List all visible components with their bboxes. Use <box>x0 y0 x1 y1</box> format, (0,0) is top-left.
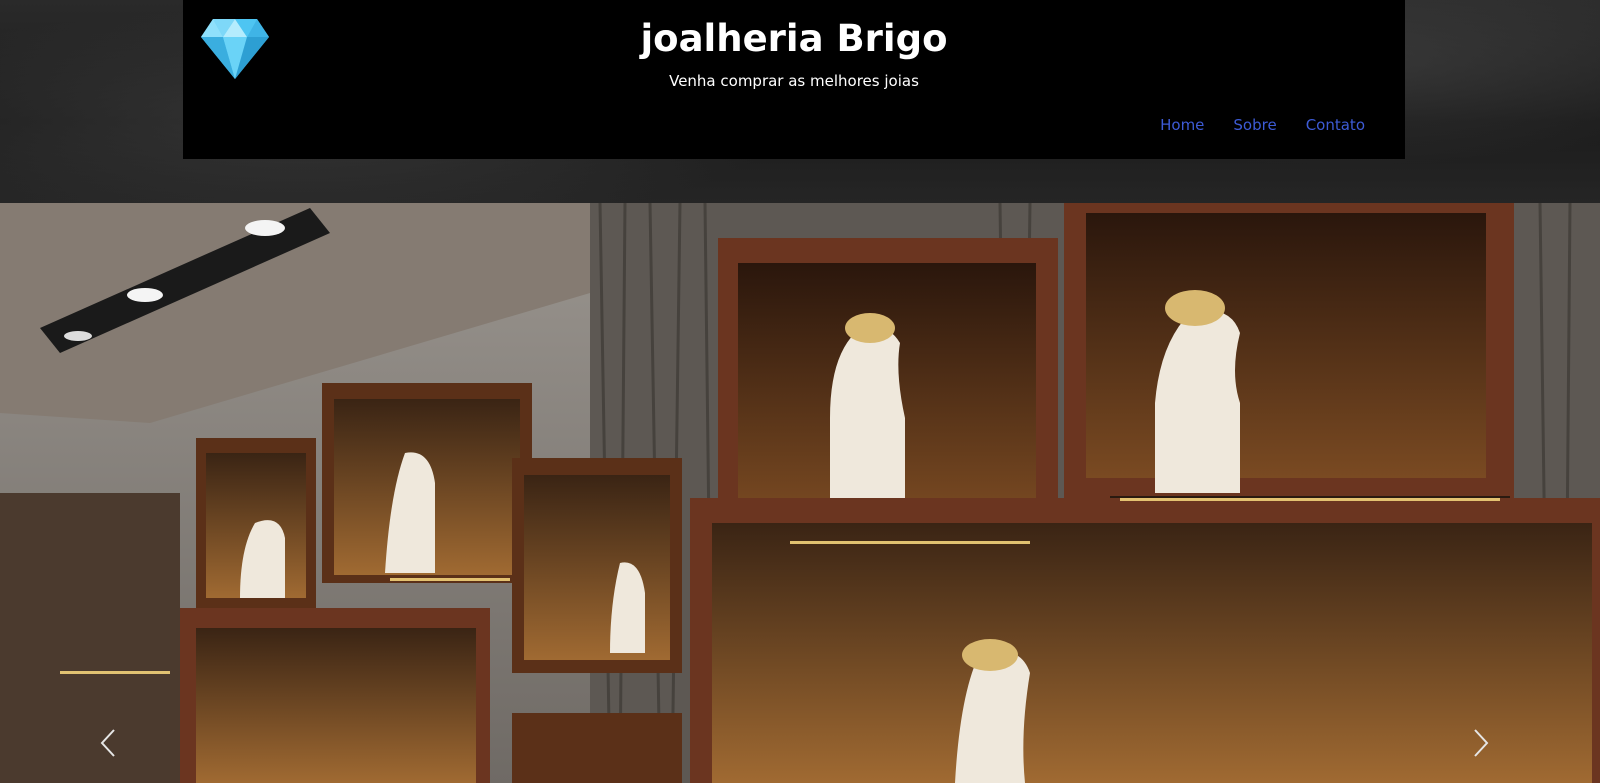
carousel-prev-button[interactable] <box>88 723 128 763</box>
chevron-right-icon <box>1474 729 1489 757</box>
carousel-next-button[interactable] <box>1461 723 1501 763</box>
site-header: joalheria Brigo Venha comprar as melhore… <box>183 0 1405 159</box>
main-nav: Home Sobre Contato <box>1131 114 1365 136</box>
nav-link-contato[interactable]: Contato <box>1306 114 1365 136</box>
nav-link-sobre[interactable]: Sobre <box>1233 114 1276 136</box>
image-carousel <box>0 203 1600 783</box>
carousel-slide-image <box>0 203 1600 783</box>
site-title: joalheria Brigo <box>640 17 948 60</box>
nav-link-home[interactable]: Home <box>1160 114 1204 136</box>
chevron-left-icon <box>100 729 115 757</box>
site-subtitle: Venha comprar as melhores joias <box>669 72 919 90</box>
